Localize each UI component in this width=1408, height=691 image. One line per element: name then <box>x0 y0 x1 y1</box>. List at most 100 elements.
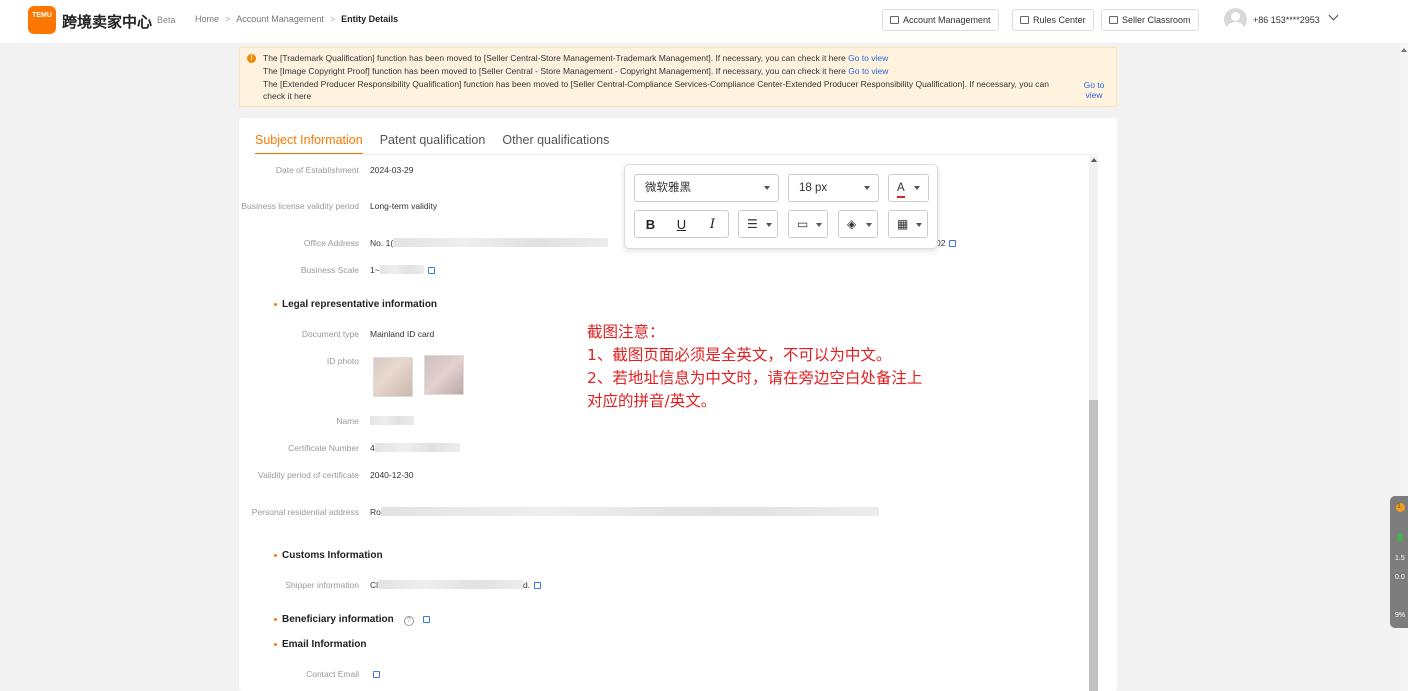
id-photo-back[interactable] <box>424 355 464 395</box>
temu-logo[interactable]: TEMU <box>28 6 56 34</box>
field-value <box>370 669 380 679</box>
seller-classroom-label: Seller Classroom <box>1122 15 1191 25</box>
account-management-label: Account Management <box>903 15 991 25</box>
caret-down-icon <box>866 223 872 227</box>
paint-bucket-icon: ◈ <box>847 217 857 231</box>
field-value: 02 <box>936 238 957 248</box>
edit-icon[interactable] <box>534 582 542 589</box>
text-style-group: B U I <box>634 210 729 238</box>
avatar[interactable] <box>1224 8 1247 31</box>
field-label: Date of Establishment <box>275 165 359 175</box>
field-label: ID photo <box>326 356 359 366</box>
mosaic-button[interactable]: ▦ <box>888 210 928 238</box>
annotation-line: 截图注意： <box>587 323 665 341</box>
tab-divider <box>255 154 1099 155</box>
field-label: Validity period of certificate <box>258 470 359 480</box>
font-family-value: 微软雅黑 <box>645 182 691 194</box>
text-format-toolbar: 微软雅黑 18 px A B U I ☰ ▭ ◈ ▦ <box>624 164 938 249</box>
section-beneficiary-information: Beneficiary information? <box>274 614 430 626</box>
qualification-tabs: Subject Information Patent qualification… <box>255 133 609 155</box>
seller-classroom-button[interactable]: Seller Classroom <box>1101 9 1199 31</box>
caret-down-icon <box>914 186 920 190</box>
breadcrumb-separator: > <box>225 14 231 24</box>
page-scroll-up-arrow-icon[interactable] <box>1401 48 1407 52</box>
tab-patent-qualification[interactable]: Patent qualification <box>380 133 486 155</box>
italic-button[interactable]: I <box>697 217 728 232</box>
rules-center-label: Rules Center <box>1033 15 1086 25</box>
caret-down-icon <box>764 186 770 190</box>
section-title: Beneficiary information <box>282 614 394 625</box>
breadcrumb-home[interactable]: Home <box>195 14 219 24</box>
field-value: 4 <box>370 443 460 453</box>
beta-badge: Beta <box>157 15 176 25</box>
underline-button[interactable]: U <box>666 217 697 232</box>
brand-title: 跨境卖家中心 <box>62 14 153 31</box>
field-label: Name <box>336 416 359 426</box>
edit-icon[interactable] <box>422 616 430 623</box>
notice-line-trademark: The [Trademark Qualification] function h… <box>263 53 889 63</box>
breadcrumb: Home > Account Management > Entity Detai… <box>195 14 398 24</box>
breadcrumb-account-management[interactable]: Account Management <box>236 14 324 24</box>
id-card-icon <box>890 16 899 24</box>
widget-value: 9% <box>1395 612 1406 619</box>
field-label: Document type <box>301 329 359 339</box>
field-value: Cl d. <box>370 580 542 590</box>
breadcrumb-separator: > <box>329 14 336 24</box>
fill-color-button[interactable]: ◈ <box>838 210 878 238</box>
section-legal-representative: Legal representative information <box>273 299 438 310</box>
caret-down-icon <box>766 223 772 227</box>
field-value <box>370 416 414 426</box>
account-management-button[interactable]: Account Management <box>882 9 999 31</box>
field-value: 1~ <box>370 265 435 275</box>
help-icon[interactable]: ? <box>403 616 414 626</box>
align-left-icon: ☰ <box>747 217 758 231</box>
field-label: Personal residential address <box>251 507 359 517</box>
field-value: 2024-03-29 <box>370 165 414 175</box>
widget-value: 1.5 <box>1395 555 1405 562</box>
edit-icon[interactable] <box>427 267 435 274</box>
font-family-select[interactable]: 微软雅黑 <box>634 174 779 202</box>
notice-line-epr: The [Extended Producer Responsibility Qu… <box>263 78 1050 102</box>
section-email-information: Email Information <box>273 639 367 650</box>
tab-subject-information[interactable]: Subject Information <box>255 133 363 155</box>
annotation-line: 2、若地址信息为中文时，请在旁边空白处备注上 <box>587 369 923 387</box>
field-label: Contact Email <box>306 669 359 679</box>
align-button[interactable]: ☰ <box>738 210 778 238</box>
go-to-view-link[interactable]: Go to view <box>848 53 888 63</box>
field-label: Business Scale <box>300 265 359 275</box>
content-scrollbar-thumb[interactable] <box>1089 400 1098 691</box>
edit-icon[interactable] <box>373 671 380 678</box>
mosaic-icon: ▦ <box>897 217 909 231</box>
scroll-up-arrow-icon[interactable] <box>1091 158 1097 162</box>
field-label: Shipper information <box>285 580 359 590</box>
field-value: Ro <box>370 507 879 517</box>
go-to-view-link[interactable]: Go to view <box>848 66 888 76</box>
badge-count: 1 <box>1397 503 1401 510</box>
tab-other-qualifications[interactable]: Other qualifications <box>502 133 609 155</box>
annotation-line: 对应的拼音/英文。 <box>587 392 717 410</box>
book-icon <box>1109 16 1118 24</box>
top-header: TEMU 跨境卖家中心 Beta Home > Account Manageme… <box>0 0 1408 44</box>
id-photo-front[interactable] <box>373 357 413 397</box>
go-to-view-link[interactable]: Go to view <box>1080 80 1108 100</box>
font-size-value: 18 px <box>799 182 828 194</box>
clipboard-icon <box>1020 16 1029 24</box>
blurred-text <box>380 507 879 516</box>
font-color-button[interactable]: A <box>888 174 929 202</box>
border-button[interactable]: ▭ <box>788 210 828 238</box>
field-value: 2040-12-30 <box>370 470 414 480</box>
notice-line-copyright: The [Image Copyright Proof] function has… <box>263 65 889 76</box>
bold-button[interactable]: B <box>635 217 666 232</box>
field-label: Certificate Number <box>288 443 359 453</box>
font-color-icon: A <box>897 180 905 198</box>
blurred-text <box>374 443 460 452</box>
font-size-select[interactable]: 18 px <box>788 174 879 202</box>
edit-icon[interactable] <box>949 240 957 247</box>
field-value: Long-term validity <box>370 201 438 211</box>
chevron-down-icon[interactable] <box>1328 10 1339 21</box>
account-phone[interactable]: +86 153****2953 <box>1253 15 1320 25</box>
breadcrumb-entity-details: Entity Details <box>341 14 399 24</box>
performance-widget[interactable]: 1 1.5 0.0 9% <box>1390 496 1408 628</box>
blurred-text <box>393 238 609 247</box>
rules-center-button[interactable]: Rules Center <box>1012 9 1094 31</box>
